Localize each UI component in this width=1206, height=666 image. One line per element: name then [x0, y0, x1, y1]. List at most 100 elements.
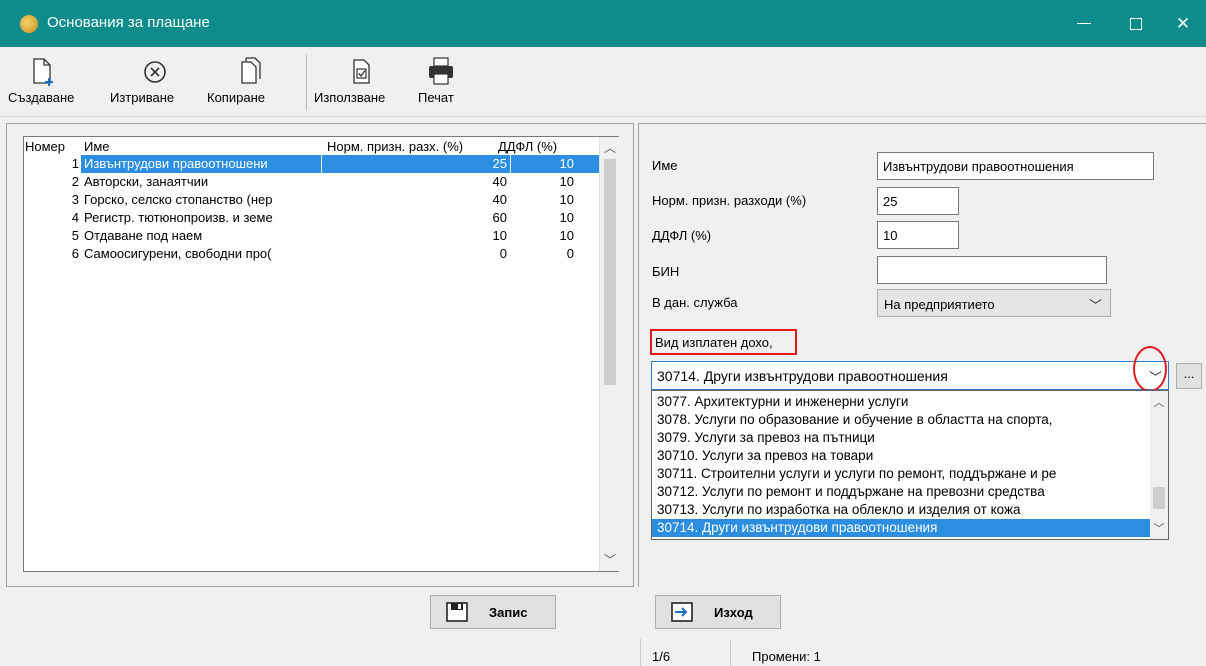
cell-divider [321, 155, 322, 173]
chevron-down-icon: ﹀ [1088, 298, 1102, 313]
norm-field[interactable]: 25 [877, 187, 959, 215]
cell-divider [510, 155, 511, 173]
row-number: 6 [71, 246, 79, 261]
income-type-label: Вид изплатен дохо, [655, 335, 773, 350]
row-norm: 60 [492, 210, 507, 225]
row-number: 1 [71, 156, 79, 171]
scroll-thumb[interactable] [604, 159, 616, 385]
create-button[interactable]: Създаване [8, 55, 74, 115]
table-row[interactable]: 3 Горско, селско стопанство (нер 40 10 [24, 191, 599, 209]
save-label: Запис [489, 605, 528, 620]
row-norm: 10 [492, 228, 507, 243]
table-row[interactable]: 1 Извънтрудови правоотношени 25 10 [24, 155, 606, 173]
scroll-thumb[interactable] [1153, 487, 1165, 509]
maximize-button[interactable] [1113, 0, 1159, 47]
status-separator [730, 639, 731, 666]
table-row[interactable]: 4 Регистр. тютюнопроизв. и земе 60 10 [24, 209, 599, 227]
highlight-circle [1133, 346, 1167, 392]
ddfl-label: ДДФЛ (%) [652, 228, 712, 243]
list-item[interactable]: 3078. Услуги по образование и обучение в… [652, 411, 1150, 429]
exit-arrow-icon [671, 602, 693, 622]
exit-label: Изход [714, 605, 753, 620]
bin-label: БИН [652, 264, 680, 279]
exit-button[interactable]: Изход [655, 595, 781, 629]
delete-label: Изтриване [110, 90, 175, 105]
list-item[interactable]: 3079. Услуги за превоз на пътници [652, 429, 1150, 447]
toolbar: Създаване Изтриване Копиране Използване [0, 47, 1206, 117]
column-header-name[interactable]: Име [84, 139, 110, 154]
use-label: Използване [314, 90, 386, 105]
list-item-selected[interactable]: 30714. Други извънтрудови правоотношения [652, 519, 1150, 537]
print-button[interactable]: Печат [418, 55, 464, 115]
copy-label: Копиране [207, 90, 265, 105]
table-row[interactable]: 5 Отдаване под наем 10 10 [24, 227, 599, 245]
save-button[interactable]: Запис [430, 595, 556, 629]
scroll-down-icon[interactable]: ﹀ [1150, 520, 1168, 536]
grid-header: Номер Име Норм. призн. разх. (%) ДДФЛ (%… [24, 137, 599, 155]
row-number: 4 [71, 210, 79, 225]
row-name: Отдаване под наем [84, 228, 203, 243]
list-item[interactable]: 30711. Строителни услуги и услуги по рем… [652, 465, 1150, 483]
new-document-icon [33, 58, 53, 86]
tax-office-value: На предприятието [884, 297, 995, 312]
row-norm: 25 [492, 156, 507, 171]
name-field[interactable]: Извънтрудови правоотношения [877, 152, 1154, 180]
ddfl-field[interactable]: 10 [877, 221, 959, 249]
create-label: Създаване [8, 90, 75, 105]
records-grid[interactable]: Номер Име Норм. призн. разх. (%) ДДФЛ (%… [23, 136, 619, 572]
delete-circle-icon [144, 61, 166, 83]
column-header-norm[interactable]: Норм. призн. разх. (%) [327, 139, 463, 154]
close-icon: ✕ [1175, 13, 1191, 33]
delete-button[interactable]: Изтриване [110, 55, 200, 115]
column-header-number[interactable]: Номер [25, 139, 65, 154]
record-position: 1/6 [652, 649, 671, 664]
minimize-icon [1077, 23, 1091, 24]
scroll-up-icon[interactable]: ︿ [600, 139, 620, 157]
status-separator [640, 639, 641, 666]
grid-body: 1 Извънтрудови правоотношени 25 10 2 Авт… [24, 155, 606, 263]
changes-count: Промени: 1 [752, 649, 821, 664]
scroll-down-icon[interactable]: ﹀ [600, 551, 620, 569]
close-button[interactable]: ✕ [1160, 0, 1206, 47]
title-bar: Основания за плащане ✕ [0, 0, 1206, 47]
list-item[interactable]: 30710. Услуги за превоз на товари [652, 447, 1150, 465]
column-header-ddfl[interactable]: ДДФЛ (%) [498, 139, 557, 154]
dropdown-scrollbar[interactable]: ︿ ﹀ [1150, 391, 1168, 539]
minimize-button[interactable] [1061, 0, 1107, 47]
income-type-combo[interactable]: 30714. Други извънтрудови правоотношения… [651, 361, 1169, 390]
name-label: Име [652, 158, 678, 173]
row-norm: 0 [499, 246, 507, 261]
toolbar-separator [306, 55, 307, 111]
more-button[interactable]: ... [1176, 363, 1202, 389]
tax-office-select[interactable]: На предприятието ﹀ [877, 289, 1111, 317]
income-type-value: 30714. Други извънтрудови правоотношения [657, 368, 948, 384]
save-disk-icon [446, 602, 468, 622]
income-type-dropdown-list[interactable]: 3077. Архитектурни и инженерни услуги 30… [651, 390, 1169, 540]
row-norm: 40 [492, 192, 507, 207]
use-button[interactable]: Използване [314, 55, 408, 115]
table-row[interactable]: 2 Авторски, занаятчии 40 10 [24, 173, 599, 191]
bin-field[interactable] [877, 256, 1107, 284]
row-ddfl: 10 [559, 174, 574, 189]
row-number: 5 [71, 228, 79, 243]
row-name: Авторски, занаятчии [84, 174, 209, 189]
maximize-icon [1130, 17, 1142, 30]
table-row[interactable]: 6 Самоосигурени, свободни про( 0 0 [24, 245, 599, 263]
row-ddfl: 10 [559, 192, 574, 207]
scroll-up-icon[interactable]: ︿ [1150, 394, 1168, 410]
row-ddfl: 10 [559, 156, 574, 171]
list-item[interactable]: 3077. Архитектурни и инженерни услуги [652, 393, 1150, 411]
tax-office-label: В дан. служба [652, 295, 738, 310]
row-name: Регистр. тютюнопроизв. и земе [84, 210, 273, 225]
copy-button[interactable]: Копиране [207, 55, 293, 115]
row-ddfl: 0 [566, 246, 574, 261]
list-item[interactable]: 30712. Услуги по ремонт и поддържане на … [652, 483, 1150, 501]
grid-scrollbar[interactable]: ︿ ﹀ [599, 137, 619, 571]
row-name: Горско, селско стопанство (нер [84, 192, 273, 207]
app-icon [20, 15, 38, 33]
window-title: Основания за плащане [47, 14, 210, 31]
row-number: 2 [71, 174, 79, 189]
status-bar: 1/6 Промени: 1 [0, 637, 1206, 666]
list-item[interactable]: 30713. Услуги по изработка на облекло и … [652, 501, 1150, 519]
copy-icon [241, 57, 261, 84]
